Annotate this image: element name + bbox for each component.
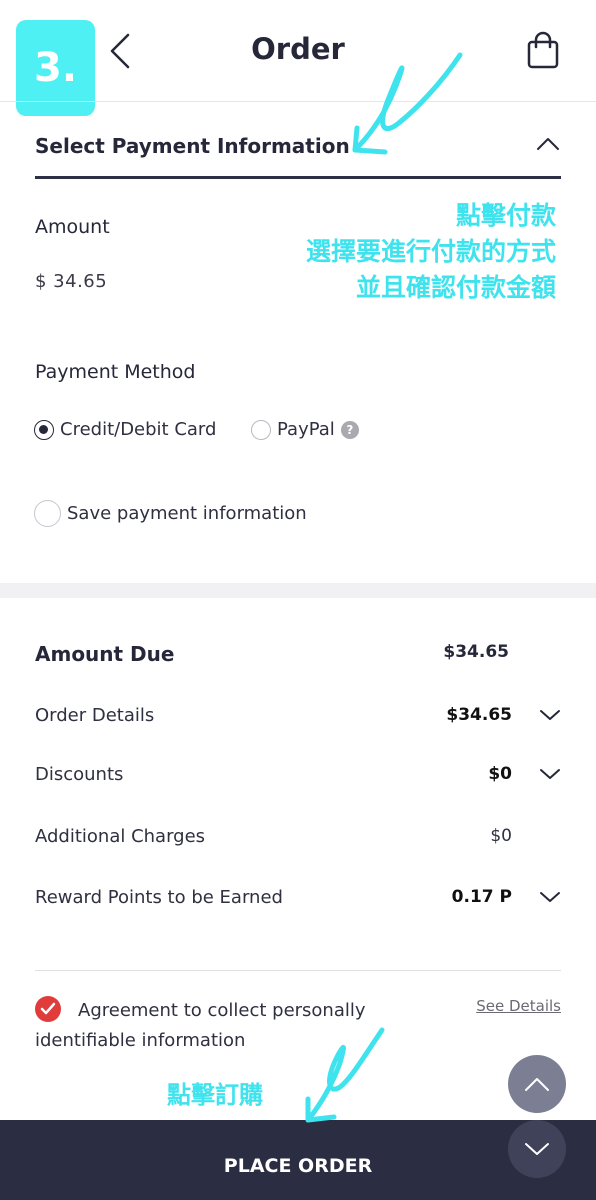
amount-value: $ 34.65 — [35, 271, 108, 292]
amount-label: Amount — [35, 216, 110, 238]
chevron-up-icon — [537, 138, 559, 150]
collapse-button[interactable] — [535, 134, 561, 154]
section-divider — [0, 583, 596, 598]
save-payment-checkbox[interactable] — [34, 500, 61, 527]
tutorial-annotation: 點擊付款 選擇要進行付款的方式 並且確認付款金額 — [305, 201, 556, 302]
tutorial-annotation-order: 點擊訂購 — [167, 1081, 263, 1109]
save-payment-label: Save payment information — [67, 503, 307, 524]
scroll-down-button[interactable] — [508, 1120, 566, 1178]
section-title: Select Payment Information — [35, 134, 350, 158]
top-bar: Order — [0, 0, 596, 102]
agreement-checkbox[interactable] — [35, 996, 61, 1022]
discounts-row[interactable]: Discounts $0 — [35, 764, 561, 794]
radio-selected-icon[interactable] — [34, 419, 54, 440]
reward-points-value: 0.17 P — [451, 887, 512, 907]
divider — [35, 970, 561, 971]
discounts-label: Discounts — [35, 764, 124, 785]
paypal-label: PayPal — [277, 419, 335, 440]
amount-due-label: Amount Due — [35, 642, 175, 666]
see-details-link[interactable]: See Details — [476, 997, 561, 1015]
reward-points-row[interactable]: Reward Points to be Earned 0.17 P — [35, 887, 561, 917]
annotation-arrow-icon — [305, 1027, 385, 1123]
shopping-bag-icon — [527, 31, 559, 69]
cart-button[interactable] — [524, 30, 562, 70]
chevron-down-icon — [525, 1143, 549, 1155]
reward-points-label: Reward Points to be Earned — [35, 887, 283, 908]
credit-card-label: Credit/Debit Card — [60, 419, 217, 440]
place-order-button[interactable]: PLACE ORDER — [0, 1155, 596, 1177]
credit-card-option[interactable]: Credit/Debit Card — [34, 419, 216, 440]
payment-method-label: Payment Method — [35, 361, 196, 383]
page-title: Order — [251, 32, 345, 66]
checkmark-icon — [40, 1002, 56, 1015]
save-payment-option[interactable]: Save payment information — [34, 500, 307, 527]
payment-section-header[interactable]: Select Payment Information — [35, 120, 561, 179]
chevron-down-icon[interactable] — [539, 707, 561, 723]
additional-charges-value: $0 — [490, 826, 512, 846]
order-details-label: Order Details — [35, 705, 155, 726]
chevron-down-icon[interactable] — [539, 766, 561, 782]
chevron-up-icon — [525, 1078, 549, 1091]
additional-charges-row: Additional Charges $0 — [35, 826, 561, 856]
order-details-row[interactable]: Order Details $34.65 — [35, 705, 561, 735]
discounts-value: $0 — [488, 764, 512, 784]
additional-charges-label: Additional Charges — [35, 826, 206, 847]
help-icon[interactable]: ? — [340, 420, 359, 439]
order-details-value: $34.65 — [446, 705, 512, 725]
annotation-arrow-icon — [352, 52, 463, 155]
radio-unselected-icon[interactable] — [251, 419, 271, 440]
scroll-up-button[interactable] — [508, 1055, 566, 1113]
amount-due-value: $34.65 — [443, 642, 509, 662]
chevron-down-icon[interactable] — [539, 889, 561, 905]
paypal-option[interactable]: PayPal ? — [251, 419, 359, 440]
